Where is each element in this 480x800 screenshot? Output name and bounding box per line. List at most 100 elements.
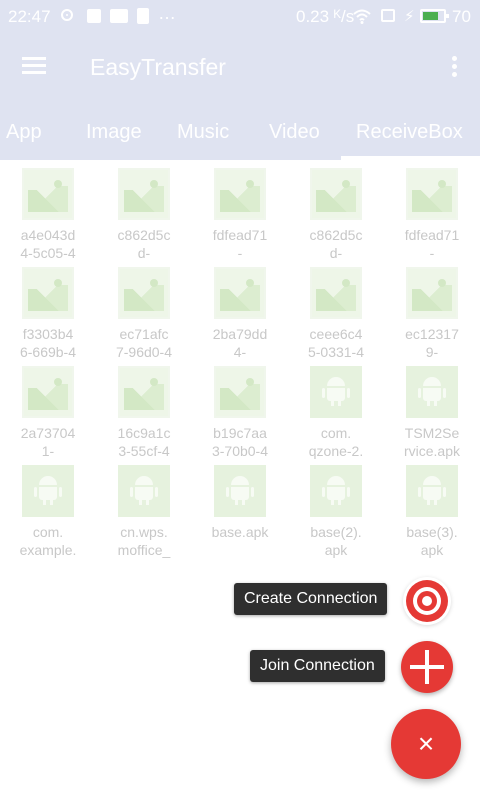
file-name-line1: ec12317 — [405, 326, 459, 342]
tab-music[interactable]: Music — [177, 100, 229, 160]
file-name: c862d5c d- — [96, 226, 192, 262]
image-icon — [406, 168, 458, 220]
notification-doc-icon — [137, 8, 149, 24]
file-name: 2ba79dd 4- — [192, 325, 288, 361]
file-name-line1: f3303b4 — [22, 326, 74, 342]
file-name: com. example. — [0, 523, 96, 559]
image-icon — [118, 366, 170, 418]
file-item[interactable]: cn.wps. moffice_ — [96, 457, 192, 558]
file-item[interactable]: fdfead71- — [384, 160, 480, 261]
image-icon — [214, 168, 266, 220]
menu-icon[interactable] — [22, 57, 48, 77]
battery-icon — [420, 9, 449, 23]
create-connection-label[interactable]: Create Connection — [234, 583, 388, 615]
file-item[interactable]: f3303b4 6-669b-4 — [0, 259, 96, 360]
android-icon — [118, 465, 170, 517]
file-name-line1: TSM2Se — [404, 425, 460, 441]
status-bar: 22:47 … 0.23 ᴷ/s ⚡ 70 — [0, 0, 480, 34]
notification-square-icon — [87, 9, 101, 23]
image-icon — [310, 168, 362, 220]
image-icon — [22, 168, 74, 220]
file-name-line1: b19c7aa — [213, 425, 267, 441]
file-name-line1: base(3). — [406, 524, 458, 540]
file-name: com. qzone-2. — [288, 424, 384, 460]
tab-video[interactable]: Video — [269, 100, 320, 160]
file-name: c862d5c d- — [288, 226, 384, 262]
file-item[interactable]: ec71afc 7-96d0-4 — [96, 259, 192, 360]
android-icon — [214, 465, 266, 517]
file-item[interactable]: fdfead71- — [192, 160, 288, 261]
image-icon — [214, 267, 266, 319]
file-name: base(3). apk — [384, 523, 480, 559]
tab-receivebox[interactable]: ReceiveBox — [356, 100, 463, 160]
image-icon — [214, 366, 266, 418]
file-item[interactable]: c862d5c d- — [288, 160, 384, 261]
overflow-menu-icon[interactable] — [452, 56, 458, 78]
android-icon — [406, 465, 458, 517]
file-name-line1: 2a73704 — [20, 425, 76, 441]
file-name-line1: a4e043d — [20, 227, 76, 243]
file-name-line1: fdfead71 — [212, 227, 268, 243]
file-name: ec71afc 7-96d0-4 — [96, 325, 192, 361]
file-item[interactable]: 16c9a1c 3-55cf-4 — [96, 358, 192, 459]
file-name: base.apk — [192, 523, 288, 541]
file-item[interactable]: com. qzone-2. — [288, 358, 384, 459]
file-name-line1: com. — [320, 425, 352, 441]
file-item[interactable]: b19c7aa 3-70b0-4 — [192, 358, 288, 459]
file-name-line1: 16c9a1c — [117, 425, 171, 441]
image-icon — [406, 267, 458, 319]
close-fab-button[interactable]: × — [391, 709, 461, 779]
create-connection-button[interactable] — [403, 577, 451, 625]
file-name: b19c7aa 3-70b0-4 — [192, 424, 288, 460]
screen-icon — [381, 9, 395, 22]
file-name-line2: apk — [324, 542, 348, 558]
file-item[interactable]: 2a73704 1- — [0, 358, 96, 459]
notification-more-icon: … — [158, 3, 176, 23]
file-name: ec12317 9- — [384, 325, 480, 361]
file-name-line1: base.apk — [211, 524, 269, 540]
file-name-line1: com. — [32, 524, 64, 540]
file-item[interactable]: ec12317 9- — [384, 259, 480, 360]
file-name: fdfead71- — [192, 226, 288, 262]
android-icon — [310, 465, 362, 517]
file-item[interactable]: TSM2Se rvice.apk — [384, 358, 480, 459]
tab-app[interactable]: App — [6, 100, 42, 160]
file-item[interactable]: a4e043d 4-5c05-4 — [0, 160, 96, 261]
file-item[interactable]: com. example. — [0, 457, 96, 558]
file-item[interactable]: base(3). apk — [384, 457, 480, 558]
notification-image-icon — [110, 9, 128, 23]
file-item[interactable]: base(2). apk — [288, 457, 384, 558]
file-name-line1: ec71afc — [119, 326, 169, 342]
file-name-line1: c862d5c — [309, 227, 363, 243]
file-name-line1: cn.wps. — [120, 524, 168, 540]
file-item[interactable]: base.apk — [192, 457, 288, 555]
image-icon — [22, 366, 74, 418]
file-name: cn.wps. moffice_ — [96, 523, 192, 559]
file-item[interactable]: ceee6c4 5-0331-4 — [288, 259, 384, 360]
tab-image[interactable]: Image — [86, 100, 142, 160]
file-name-line1: c862d5c — [117, 227, 171, 243]
join-connection-button[interactable] — [401, 641, 453, 693]
file-name: 2a73704 1- — [0, 424, 96, 460]
file-item[interactable]: 2ba79dd 4- — [192, 259, 288, 360]
charging-icon: ⚡ — [404, 8, 415, 25]
file-name-line1: fdfead71 — [404, 227, 460, 243]
file-name-line2: apk — [420, 542, 444, 558]
file-name-line1: base(2). — [310, 524, 362, 540]
notification-ring-icon — [61, 9, 73, 21]
file-name: f3303b4 6-669b-4 — [0, 325, 96, 361]
android-icon — [310, 366, 362, 418]
status-time: 22:47 — [8, 7, 51, 26]
file-name: TSM2Se rvice.apk — [384, 424, 480, 460]
file-item[interactable]: c862d5c d- — [96, 160, 192, 261]
app-title: EasyTransfer — [90, 54, 226, 80]
file-name: fdfead71- — [384, 226, 480, 262]
join-connection-label[interactable]: Join Connection — [250, 650, 385, 682]
android-icon — [22, 465, 74, 517]
image-icon — [22, 267, 74, 319]
file-name: 16c9a1c 3-55cf-4 — [96, 424, 192, 460]
android-icon — [406, 366, 458, 418]
wifi-icon — [353, 9, 371, 24]
file-name-line2: moffice_ — [117, 542, 171, 558]
image-icon — [310, 267, 362, 319]
